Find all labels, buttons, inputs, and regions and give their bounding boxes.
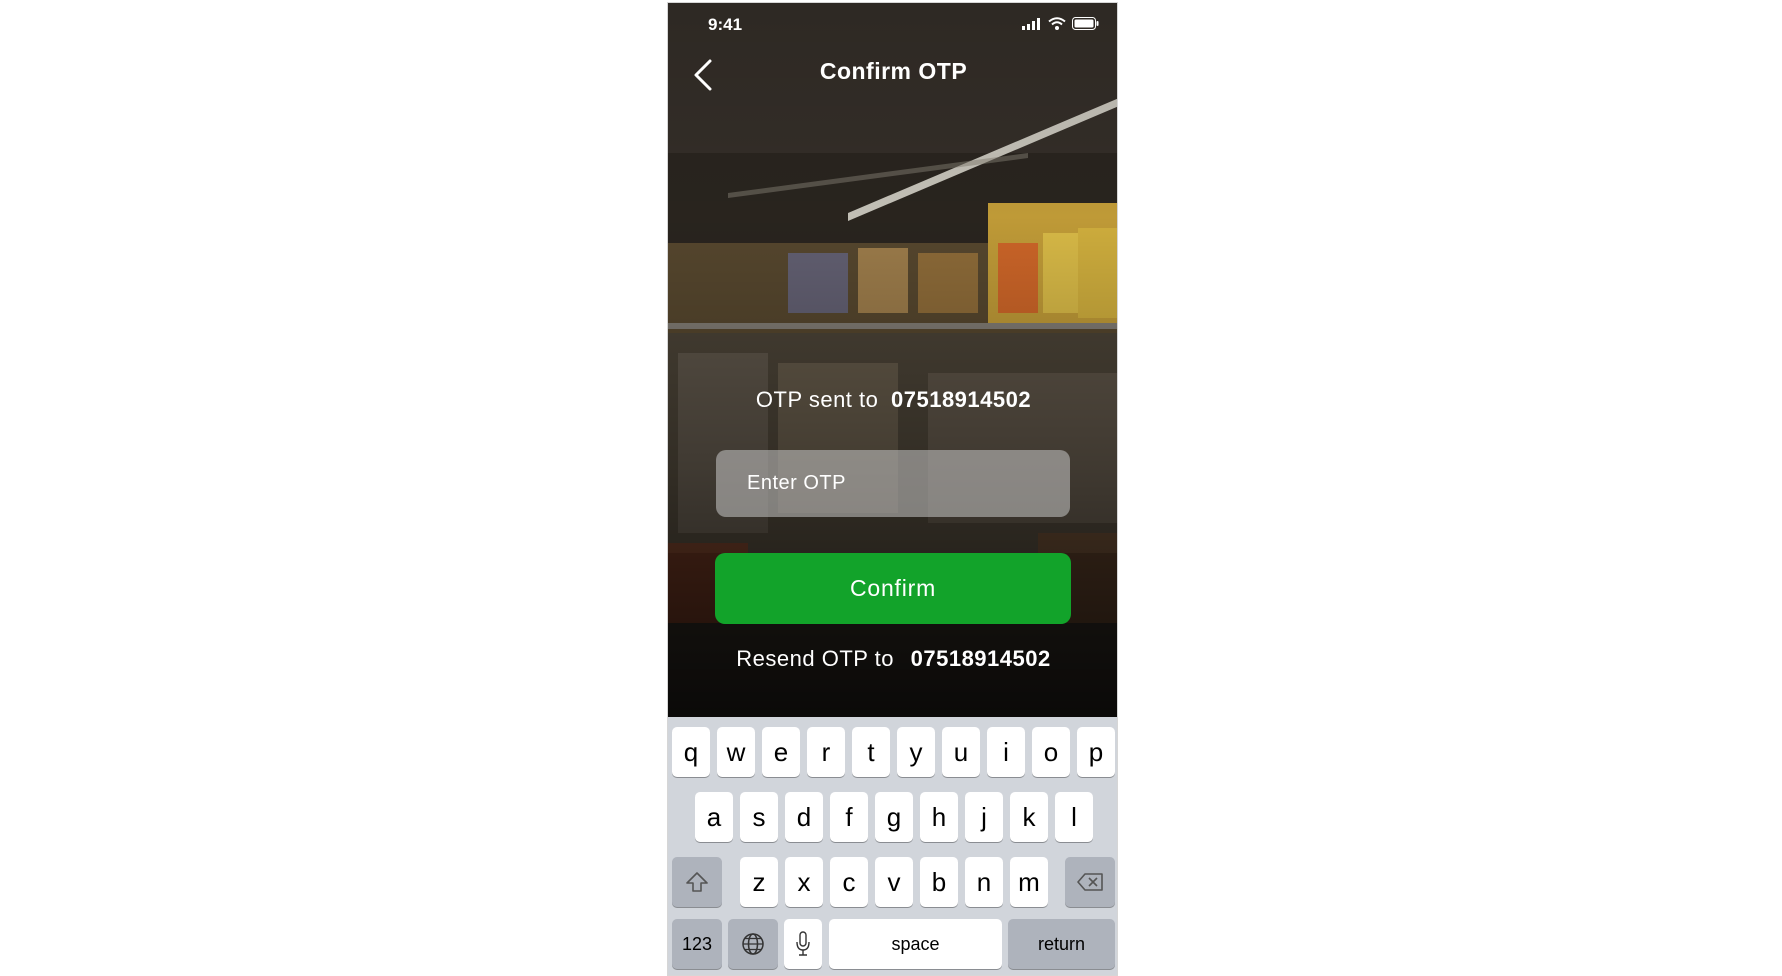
key-a[interactable]: a — [695, 792, 733, 842]
resend-phone: 07518914502 — [910, 646, 1051, 671]
key-s[interactable]: s — [740, 792, 778, 842]
resend-otp-link[interactable]: Resend OTP to 07518914502 — [668, 646, 1117, 672]
key-l[interactable]: l — [1055, 792, 1093, 842]
otp-sent-message: OTP sent to 07518914502 — [668, 387, 1117, 413]
phone-frame: 9:41 Confirm OTP OTP sent to 07518914502… — [667, 2, 1118, 976]
numbers-key[interactable]: 123 — [672, 919, 722, 969]
microphone-icon — [796, 931, 810, 956]
battery-icon — [1072, 17, 1099, 30]
page-title: Confirm OTP — [819, 58, 968, 84]
key-o[interactable]: o — [1032, 727, 1070, 777]
status-icons — [1022, 17, 1099, 30]
delete-icon — [1077, 873, 1103, 891]
return-key[interactable]: return — [1008, 919, 1115, 969]
otp-sent-phone: 07518914502 — [891, 387, 1032, 412]
key-t[interactable]: t — [852, 727, 890, 777]
wifi-icon — [1048, 17, 1066, 30]
key-m[interactable]: m — [1010, 857, 1048, 907]
key-v[interactable]: v — [875, 857, 913, 907]
shift-key[interactable] — [672, 857, 722, 907]
cellular-signal-icon — [1022, 17, 1040, 30]
key-k[interactable]: k — [1010, 792, 1048, 842]
key-g[interactable]: g — [875, 792, 913, 842]
key-c[interactable]: c — [830, 857, 868, 907]
resend-prefix: Resend OTP to — [736, 646, 894, 671]
key-d[interactable]: d — [785, 792, 823, 842]
status-time: 9:41 — [708, 15, 743, 34]
globe-icon — [742, 933, 764, 955]
key-f[interactable]: f — [830, 792, 868, 842]
otp-screen: 9:41 Confirm OTP OTP sent to 07518914502… — [668, 3, 1117, 717]
key-e[interactable]: e — [762, 727, 800, 777]
key-i[interactable]: i — [987, 727, 1025, 777]
shift-icon — [686, 872, 708, 892]
key-x[interactable]: x — [785, 857, 823, 907]
key-h[interactable]: h — [920, 792, 958, 842]
globe-key[interactable] — [728, 919, 778, 969]
status-bar: 9:41 — [668, 3, 1117, 43]
keyboard: q w e r t y u i o p a s d f g h j k l z … — [668, 717, 1117, 975]
otp-input[interactable] — [716, 450, 1070, 517]
key-b[interactable]: b — [920, 857, 958, 907]
space-key[interactable]: space — [829, 919, 1002, 969]
key-u[interactable]: u — [942, 727, 980, 777]
confirm-button[interactable]: Confirm — [715, 553, 1071, 624]
key-p[interactable]: p — [1077, 727, 1115, 777]
microphone-key[interactable] — [784, 919, 822, 969]
key-y[interactable]: y — [897, 727, 935, 777]
key-q[interactable]: q — [672, 727, 710, 777]
otp-sent-prefix: OTP sent to — [755, 387, 879, 412]
key-r[interactable]: r — [807, 727, 845, 777]
key-w[interactable]: w — [717, 727, 755, 777]
key-j[interactable]: j — [965, 792, 1003, 842]
delete-key[interactable] — [1065, 857, 1115, 907]
key-n[interactable]: n — [965, 857, 1003, 907]
key-z[interactable]: z — [740, 857, 778, 907]
